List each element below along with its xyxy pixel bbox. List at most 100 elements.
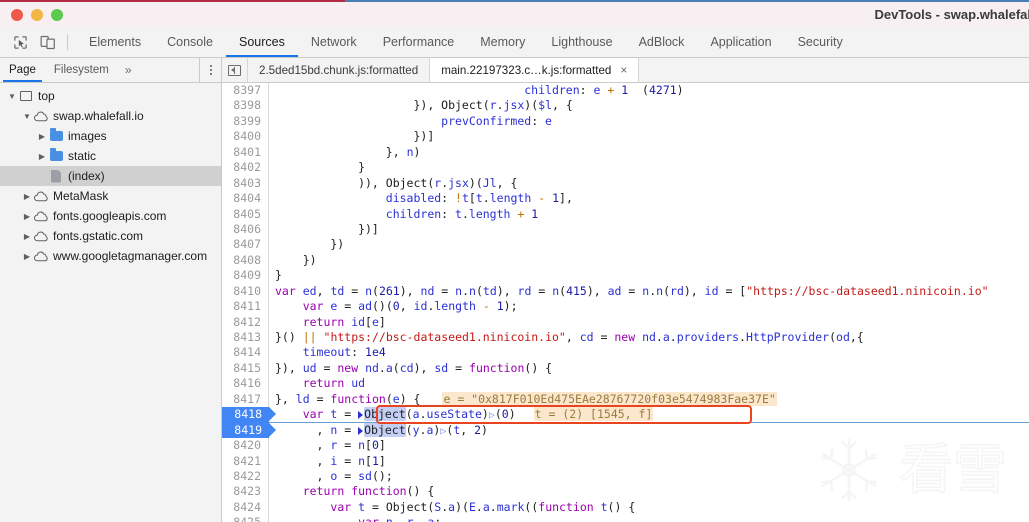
nav-tab-page[interactable]: Page bbox=[0, 58, 45, 82]
code-line-8409[interactable]: 8409} bbox=[222, 268, 1029, 284]
code-line-8414[interactable]: 8414 timeout: 1e4 bbox=[222, 345, 1029, 361]
line-number[interactable]: 8410 bbox=[222, 283, 269, 300]
code-line-8397[interactable]: 8397 children: e + 1 (4271) bbox=[222, 83, 1029, 99]
line-number[interactable]: 8408 bbox=[222, 252, 269, 269]
tab-sources[interactable]: Sources bbox=[225, 27, 298, 57]
tree-item--index-[interactable]: (index) bbox=[0, 166, 221, 186]
nav-tab-filesystem[interactable]: Filesystem bbox=[45, 58, 118, 82]
tab-application[interactable]: Application bbox=[697, 27, 784, 57]
code-line-8420[interactable]: 8420 , r = n[0] bbox=[222, 438, 1029, 454]
code-line-8413[interactable]: 8413}() || "https://bsc-dataseed1.ninico… bbox=[222, 330, 1029, 346]
code-line-8402[interactable]: 8402 } bbox=[222, 160, 1029, 176]
code-editor[interactable]: 8397 children: e + 1 (4271) 8398 }), Obje… bbox=[222, 83, 1029, 522]
line-number[interactable]: 8404 bbox=[222, 191, 269, 207]
code-line-8407[interactable]: 8407 }) bbox=[222, 237, 1029, 253]
code-line-8424[interactable]: 8424 var t = Object(S.a)(E.a.mark((funct… bbox=[222, 499, 1029, 516]
device-toolbar-icon[interactable] bbox=[34, 27, 61, 57]
line-number[interactable]: 8418 bbox=[222, 407, 276, 423]
code-line-8423[interactable]: 8423 return function() { bbox=[222, 484, 1029, 500]
chevron-right-icon[interactable] bbox=[21, 252, 33, 261]
inspect-element-icon[interactable] bbox=[7, 27, 34, 57]
line-number[interactable]: 8415 bbox=[222, 360, 269, 377]
code-line-8404[interactable]: 8404 disabled: !t[t.length - 1], bbox=[222, 191, 1029, 207]
zoom-window-button[interactable] bbox=[51, 8, 63, 21]
line-number[interactable]: 8421 bbox=[222, 453, 269, 469]
code-line-8421[interactable]: 8421 , i = n[1] bbox=[222, 453, 1029, 469]
tab-adblock[interactable]: AdBlock bbox=[626, 27, 698, 57]
code-line-8408[interactable]: 8408 }) bbox=[222, 252, 1029, 269]
chevron-right-icon[interactable] bbox=[36, 132, 48, 141]
line-number[interactable]: 8401 bbox=[222, 144, 269, 161]
line-number[interactable]: 8399 bbox=[222, 113, 269, 130]
code-line-8418[interactable]: 8418 var t = Object(a.useState)▷(0) t = (… bbox=[222, 407, 1029, 423]
line-number[interactable]: 8411 bbox=[222, 299, 269, 315]
line-number[interactable]: 8419 bbox=[222, 422, 276, 439]
tree-item-images[interactable]: images bbox=[0, 126, 221, 146]
editor-tab-chunk[interactable]: 2.5ded15bd.chunk.js:formatted bbox=[248, 58, 431, 82]
more-options-icon[interactable] bbox=[199, 58, 221, 82]
code-line-8405[interactable]: 8405 children: t.length + 1 bbox=[222, 206, 1029, 222]
line-number[interactable]: 8400 bbox=[222, 129, 269, 145]
line-number[interactable]: 8398 bbox=[222, 98, 269, 114]
toolbar-divider bbox=[67, 34, 68, 50]
code-line-8425[interactable]: 8425 var n, r, a; bbox=[222, 515, 1029, 522]
line-number[interactable]: 8402 bbox=[222, 160, 269, 176]
line-number[interactable]: 8403 bbox=[222, 175, 269, 192]
code-line-8419[interactable]: 8419 , n = Object(y.a)▷(t, 2) bbox=[222, 422, 1029, 439]
show-navigator-icon[interactable] bbox=[222, 58, 248, 82]
chevron-right-icon[interactable] bbox=[21, 232, 33, 241]
tab-console[interactable]: Console bbox=[154, 27, 226, 57]
code-line-8400[interactable]: 8400 })] bbox=[222, 129, 1029, 145]
close-icon[interactable]: × bbox=[620, 64, 627, 76]
line-number[interactable]: 8424 bbox=[222, 499, 269, 516]
code-line-8416[interactable]: 8416 return ud bbox=[222, 376, 1029, 392]
code-line-8406[interactable]: 8406 })] bbox=[222, 221, 1029, 238]
tree-item-fonts-googleapis-com[interactable]: fonts.googleapis.com bbox=[0, 206, 221, 226]
chevron-down-icon[interactable] bbox=[6, 92, 18, 101]
line-number[interactable]: 8420 bbox=[222, 438, 269, 454]
tree-item-static[interactable]: static bbox=[0, 146, 221, 166]
line-number[interactable]: 8417 bbox=[222, 391, 269, 408]
code-line-8398[interactable]: 8398 }), Object(r.jsx)($l, { bbox=[222, 98, 1029, 114]
code-line-8415[interactable]: 8415}), ud = new nd.a(cd), sd = function… bbox=[222, 360, 1029, 377]
code-line-8422[interactable]: 8422 , o = sd(); bbox=[222, 468, 1029, 485]
chevron-right-icon[interactable] bbox=[36, 152, 48, 161]
line-number[interactable]: 8422 bbox=[222, 468, 269, 485]
tab-memory[interactable]: Memory bbox=[467, 27, 538, 57]
line-number[interactable]: 8414 bbox=[222, 345, 269, 361]
editor-tab-main[interactable]: main.22197323.c…k.js:formatted × bbox=[430, 58, 640, 82]
code-line-8399[interactable]: 8399 prevConfirmed: e bbox=[222, 113, 1029, 130]
minimize-window-button[interactable] bbox=[31, 8, 43, 21]
chevron-down-icon[interactable] bbox=[21, 112, 33, 121]
line-number[interactable]: 8423 bbox=[222, 484, 269, 500]
code-line-8411[interactable]: 8411 var e = ad()(0, id.length - 1); bbox=[222, 299, 1029, 315]
tree-item-metamask[interactable]: MetaMask bbox=[0, 186, 221, 206]
tab-security[interactable]: Security bbox=[785, 27, 856, 57]
tree-item-www-googletagmanager-com[interactable]: www.googletagmanager.com bbox=[0, 246, 221, 266]
close-window-button[interactable] bbox=[11, 8, 23, 21]
chevron-right-icon[interactable] bbox=[21, 212, 33, 221]
tree-item-swap-whalefall-io[interactable]: swap.whalefall.io bbox=[0, 106, 221, 126]
code-line-8403[interactable]: 8403 )), Object(r.jsx)(Jl, { bbox=[222, 175, 1029, 192]
line-number[interactable]: 8412 bbox=[222, 314, 269, 331]
line-number[interactable]: 8409 bbox=[222, 268, 269, 284]
line-number[interactable]: 8406 bbox=[222, 221, 269, 238]
line-number[interactable]: 8407 bbox=[222, 237, 269, 253]
chevron-right-icon[interactable] bbox=[21, 192, 33, 201]
line-number[interactable]: 8425 bbox=[222, 515, 269, 522]
line-number[interactable]: 8405 bbox=[222, 206, 269, 222]
code-line-8401[interactable]: 8401 }, n) bbox=[222, 144, 1029, 161]
line-number[interactable]: 8413 bbox=[222, 330, 269, 346]
code-line-8412[interactable]: 8412 return id[e] bbox=[222, 314, 1029, 331]
code-line-8417[interactable]: 8417}, ld = function(e) {e = "0x817F010E… bbox=[222, 391, 1029, 408]
tree-item-fonts-gstatic-com[interactable]: fonts.gstatic.com bbox=[0, 226, 221, 246]
code-line-8410[interactable]: 8410 var ed, td = n(261), nd = n.n(td), r… bbox=[222, 283, 1029, 300]
navigator-more-tabs-icon[interactable]: » bbox=[118, 58, 139, 82]
line-number[interactable]: 8397 bbox=[222, 83, 269, 99]
tab-elements[interactable]: Elements bbox=[76, 27, 154, 57]
line-number[interactable]: 8416 bbox=[222, 376, 269, 392]
tab-network[interactable]: Network bbox=[298, 27, 370, 57]
tab-performance[interactable]: Performance bbox=[370, 27, 468, 57]
tree-item-top[interactable]: top bbox=[0, 86, 221, 106]
tab-lighthouse[interactable]: Lighthouse bbox=[538, 27, 625, 57]
